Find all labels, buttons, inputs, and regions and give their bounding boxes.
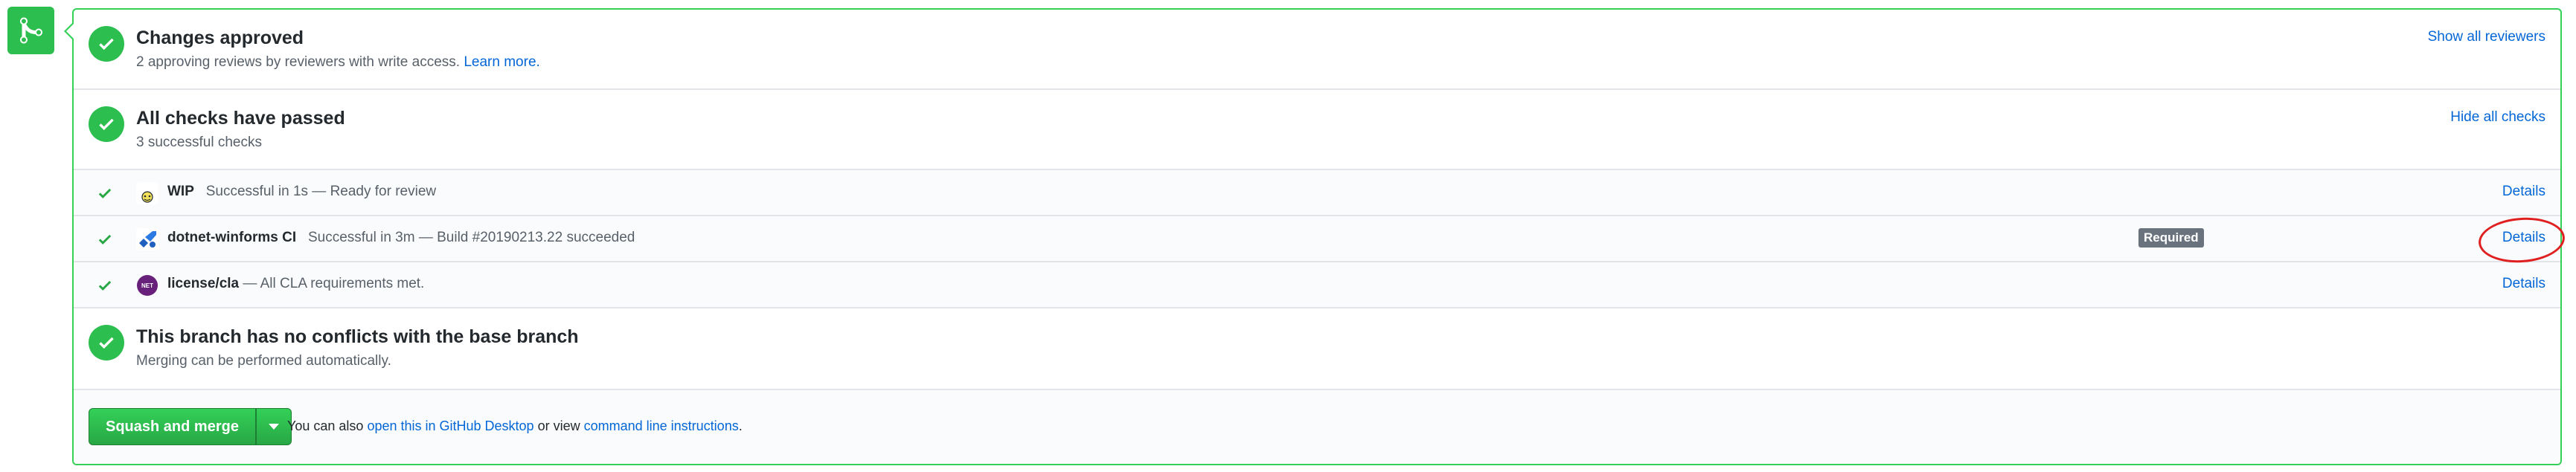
check-row-license-cla: NET license/cla — All CLA requirements m… xyxy=(74,262,2560,308)
check-icon xyxy=(98,234,112,245)
check-icon xyxy=(98,280,112,291)
checks-status-subtitle: 3 successful checks xyxy=(136,135,262,150)
check-details-link[interactable]: Details xyxy=(2502,276,2545,292)
check-description: Successful in 1s — Ready for review xyxy=(205,184,437,199)
merge-method-dropdown-button[interactable] xyxy=(255,408,292,445)
checks-status-title: All checks have passed xyxy=(136,108,345,129)
check-icon xyxy=(99,337,114,349)
conflicts-status-section: This branch has no conflicts with the ba… xyxy=(74,308,2560,390)
check-row-wip: WIP Successful in 1s — Ready for review … xyxy=(74,170,2560,216)
command-line-instructions-link[interactable]: command line instructions xyxy=(584,418,739,433)
learn-more-link[interactable]: Learn more. xyxy=(464,54,539,70)
dotnet-avatar-text: NET xyxy=(141,282,153,289)
open-in-github-desktop-link[interactable]: open this in GitHub Desktop xyxy=(367,418,534,433)
conflicts-status-icon xyxy=(89,325,124,361)
squash-and-merge-button[interactable]: Squash and merge xyxy=(89,408,256,445)
triangle-down-icon xyxy=(268,424,279,430)
check-name: WIP xyxy=(167,184,194,199)
review-status-title: Changes approved xyxy=(136,28,304,48)
conflicts-status-title: This branch has no conflicts with the ba… xyxy=(136,326,579,347)
show-all-reviewers-link[interactable]: Show all reviewers xyxy=(2428,29,2545,45)
check-description: — All CLA requirements met. xyxy=(243,276,425,291)
conflicts-status-subtitle: Merging can be performed automatically. xyxy=(136,353,391,369)
review-status-text: 2 approving reviews by reviewers with wr… xyxy=(136,54,461,70)
box-pointer-inner xyxy=(66,24,74,39)
merge-alt-suffix: . xyxy=(738,418,743,433)
checks-status-section: All checks have passed 3 successful chec… xyxy=(74,90,2560,170)
check-details-link[interactable]: Details xyxy=(2502,184,2545,200)
check-description: Successful in 3m — Build #20190213.22 su… xyxy=(307,230,635,245)
review-status-icon xyxy=(89,26,124,62)
check-row-dotnet-winforms-ci: dotnet-winforms CI Successful in 3m — Bu… xyxy=(74,216,2560,262)
check-context: WIP Successful in 1s — Ready for review xyxy=(167,184,436,200)
check-icon xyxy=(99,118,114,131)
check-context: dotnet-winforms CI Successful in 3m — Bu… xyxy=(167,230,635,246)
hide-all-checks-link[interactable]: Hide all checks xyxy=(2450,109,2545,126)
merge-footer: Squash and merge You can also open this … xyxy=(74,390,2560,464)
check-context: license/cla — All CLA requirements met. xyxy=(167,276,424,292)
merge-alt-prefix: You can also xyxy=(287,418,364,433)
merge-status-box: Changes approved 2 approving reviews by … xyxy=(72,8,2562,465)
checks-status-icon xyxy=(89,106,124,142)
azure-pipelines-avatar xyxy=(136,228,158,250)
required-badge: Required xyxy=(2138,228,2204,248)
merge-alternatives-text: You can also open this in GitHub Desktop… xyxy=(287,418,743,434)
check-name: dotnet-winforms CI xyxy=(167,230,297,245)
check-icon xyxy=(99,38,114,51)
dotnet-foundation-avatar: NET xyxy=(137,275,158,296)
check-name: license/cla xyxy=(167,276,240,291)
merge-badge xyxy=(7,7,54,54)
review-status-subtitle: 2 approving reviews by reviewers with wr… xyxy=(136,54,540,71)
merge-button-group: Squash and merge xyxy=(89,408,292,445)
review-status-section: Changes approved 2 approving reviews by … xyxy=(74,10,2560,90)
check-icon xyxy=(98,188,112,198)
wip-bot-avatar xyxy=(136,182,158,204)
merge-alt-middle: or view xyxy=(537,418,580,433)
git-merge-icon xyxy=(19,17,42,44)
